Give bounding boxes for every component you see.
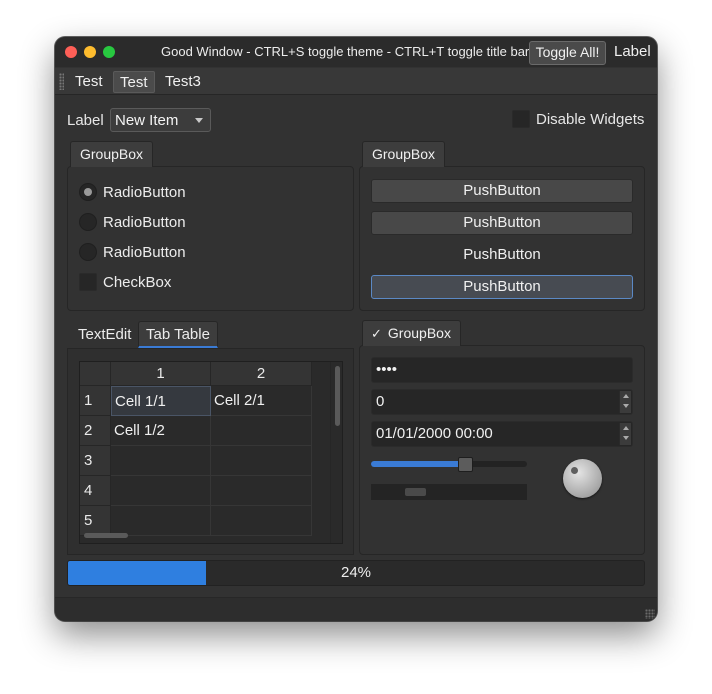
radio-button-2[interactable] [79,213,97,231]
arrow-up-icon[interactable] [623,394,629,398]
title-bar: Good Window - CTRL+S toggle theme - CTRL… [55,37,657,67]
datetime-edit[interactable]: 01/01/2000 00:00 [371,421,633,447]
disable-widgets-checkbox[interactable] [512,110,530,128]
number-spinbox[interactable]: 0 [371,389,633,415]
spinbox-value: 0 [376,393,385,410]
data-table[interactable]: 1 2 1 2 3 4 5 Cell 1/1 Cell 2/1 Cell 1/2 [79,361,343,544]
table-horizontal-scrollbar-thumb[interactable] [84,533,128,538]
arrow-down-icon[interactable] [623,404,629,408]
progress-bar: 24% [67,560,645,586]
toggle-all-button[interactable]: Toggle All! [529,41,606,65]
arrow-up-icon[interactable] [623,426,629,430]
groupbox-options-title: GroupBox [70,141,154,167]
groupbox-inputs-title: GroupBox [387,325,451,341]
row-header-5[interactable]: 5 [80,506,111,536]
combobox-value: New Item [115,112,179,129]
horizontal-scrollbar[interactable] [371,484,527,500]
row-header-1[interactable]: 1 [80,386,111,416]
checkbox[interactable] [79,273,97,291]
row-header-2[interactable]: 2 [80,416,111,446]
table-cell-2-1[interactable]: Cell 2/1 [211,386,312,416]
radio-label-2: RadioButton [103,214,186,231]
menu-test3[interactable]: Test3 [159,71,207,93]
table-cell-2-4[interactable] [211,476,312,506]
menu-test[interactable]: Test [69,71,109,93]
toolbar-grip-icon[interactable] [59,73,64,90]
push-button-flat[interactable]: PushButton [371,243,633,267]
spinbox-arrows[interactable] [619,391,631,413]
table-cell-2-3[interactable] [211,446,312,476]
window-title: Good Window - CTRL+S toggle theme - CTRL… [161,44,533,59]
datetime-value: 01/01/2000 00:00 [376,425,493,442]
progress-text: 24% [340,564,372,581]
password-field[interactable]: •••• [371,357,633,383]
table-cell-2-2[interactable] [211,416,312,446]
column-header-1[interactable]: 1 [111,362,211,386]
row-header-4[interactable]: 4 [80,476,111,506]
table-cell-2-5[interactable] [211,506,312,536]
tab-textedit[interactable]: TextEdit [71,322,138,349]
groupbox-inputs-header[interactable]: ✓ GroupBox [362,320,461,346]
scrollbar-thumb[interactable] [405,488,426,496]
top-label: Label [67,112,104,129]
radio-button-1[interactable] [79,183,97,201]
datetime-arrows[interactable] [619,423,631,445]
slider-handle[interactable] [458,457,473,472]
tab-table-pane: 1 2 1 2 3 4 5 Cell 1/1 Cell 2/1 Cell 1/2 [67,348,354,555]
maximize-window-button[interactable] [103,46,115,58]
table-vertical-scrollbar[interactable] [330,362,342,543]
table-cell-1-4[interactable] [111,476,211,506]
tab-table[interactable]: Tab Table [138,321,218,348]
table-corner[interactable] [80,362,111,386]
scrollbar-thumb[interactable] [335,366,340,426]
push-button-2[interactable]: PushButton [371,211,633,235]
radio-button-3[interactable] [79,243,97,261]
table-cell-1-2[interactable]: Cell 1/2 [111,416,211,446]
size-grip-icon[interactable] [645,609,655,619]
row-header-3[interactable]: 3 [80,446,111,476]
table-cell-1-5[interactable] [111,506,211,536]
menu-bar: Test Test Test3 [55,68,657,95]
radio-label-1: RadioButton [103,184,186,201]
item-combobox[interactable]: New Item [110,108,211,132]
title-bar-label: Label [614,43,651,60]
check-icon[interactable]: ✓ [371,326,382,341]
dial-notch-icon [571,467,578,474]
menu-test-active[interactable]: Test [113,71,155,93]
checkbox-label: CheckBox [103,274,172,291]
table-cell-1-3[interactable] [111,446,211,476]
slider-track[interactable] [371,461,527,467]
arrow-down-icon[interactable] [623,436,629,440]
table-cell-1-1[interactable]: Cell 1/1 [111,386,211,416]
chevron-down-icon [195,118,203,123]
push-button-1[interactable]: PushButton [371,179,633,203]
column-header-2[interactable]: 2 [211,362,312,386]
groupbox-buttons-title: GroupBox [362,141,446,167]
radio-label-3: RadioButton [103,244,186,261]
push-button-default[interactable]: PushButton [371,275,633,299]
slider-fill [371,461,465,467]
close-window-button[interactable] [65,46,77,58]
dial-knob[interactable] [563,459,602,498]
status-bar [55,597,657,621]
disable-widgets-label: Disable Widgets [536,111,645,128]
minimize-window-button[interactable] [84,46,96,58]
app-window: Good Window - CTRL+S toggle theme - CTRL… [55,37,657,621]
